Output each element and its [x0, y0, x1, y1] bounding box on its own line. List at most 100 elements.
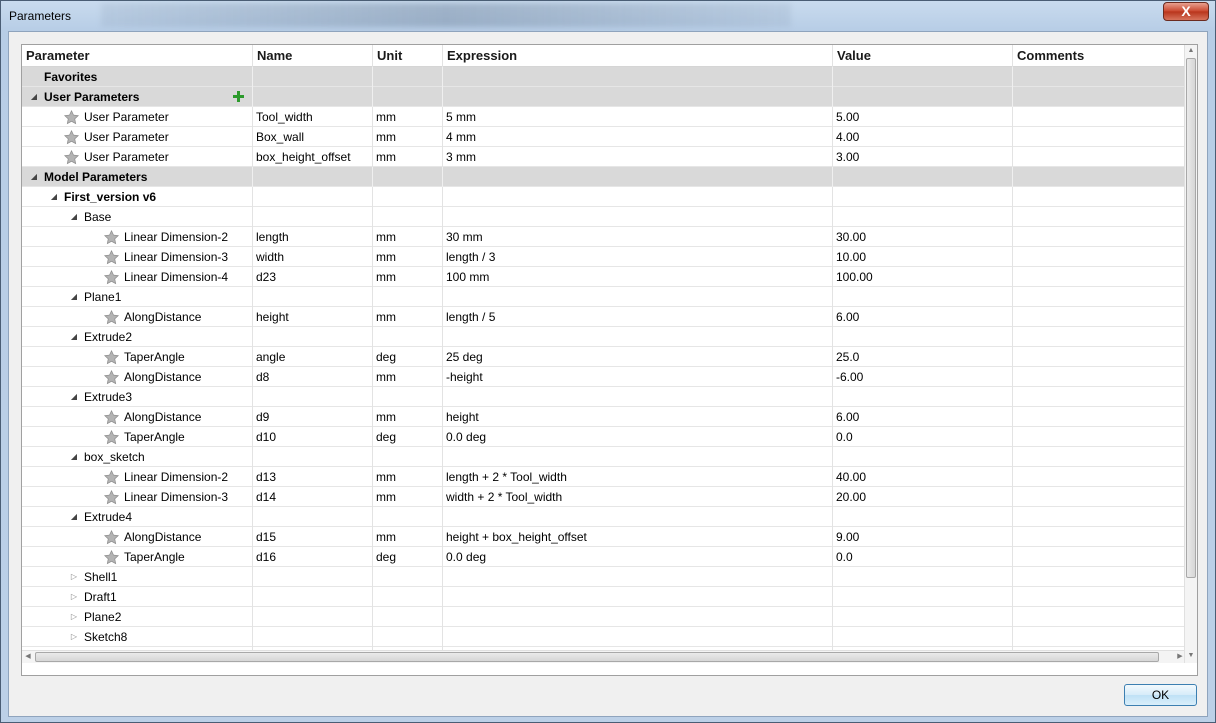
comments-cell[interactable] — [1013, 247, 1186, 267]
expression-cell[interactable]: width + 2 * Tool_width — [443, 487, 833, 507]
horizontal-scrollbar[interactable]: ◀ ▶ — [22, 650, 1186, 663]
comments-cell[interactable] — [1013, 347, 1186, 367]
unit-cell[interactable]: mm — [373, 247, 443, 267]
star-icon[interactable] — [102, 268, 120, 286]
horizontal-scroll-thumb[interactable] — [35, 652, 1159, 662]
value-cell[interactable]: 6.00 — [833, 407, 1013, 427]
name-cell[interactable]: d16 — [253, 547, 373, 567]
expand-toggle-icon[interactable]: ▷ — [68, 567, 80, 587]
tree-node-row[interactable]: ▷ Draft1 — [22, 587, 1186, 607]
star-icon[interactable] — [102, 528, 120, 546]
star-icon[interactable] — [102, 488, 120, 506]
parameter-row[interactable]: AlongDistance d9 mm height 6.00 — [22, 407, 1186, 427]
unit-cell[interactable]: mm — [373, 127, 443, 147]
value-cell[interactable]: -6.00 — [833, 367, 1013, 387]
tree-node-row[interactable]: ▷ Shell1 — [22, 567, 1186, 587]
comments-cell[interactable] — [1013, 127, 1186, 147]
vertical-scroll-thumb[interactable] — [1186, 58, 1196, 578]
parameter-row[interactable]: User Parameter Tool_width mm 5 mm 5.00 — [22, 107, 1186, 127]
star-icon[interactable] — [62, 148, 80, 166]
star-icon[interactable] — [102, 428, 120, 446]
star-icon[interactable] — [62, 108, 80, 126]
name-cell[interactable]: d10 — [253, 427, 373, 447]
add-parameter-icon[interactable] — [232, 89, 245, 102]
name-cell[interactable]: d8 — [253, 367, 373, 387]
unit-cell[interactable]: mm — [373, 367, 443, 387]
comments-cell[interactable] — [1013, 107, 1186, 127]
comments-cell[interactable] — [1013, 527, 1186, 547]
unit-cell[interactable]: mm — [373, 487, 443, 507]
name-cell[interactable]: d15 — [253, 527, 373, 547]
expression-cell[interactable]: length / 3 — [443, 247, 833, 267]
expression-cell[interactable]: 30 mm — [443, 227, 833, 247]
star-icon[interactable] — [102, 408, 120, 426]
unit-cell[interactable]: mm — [373, 147, 443, 167]
group-row[interactable]: ◢ User Parameters — [22, 87, 1186, 107]
name-cell[interactable]: d13 — [253, 467, 373, 487]
value-cell[interactable]: 9.00 — [833, 527, 1013, 547]
unit-cell[interactable]: mm — [373, 107, 443, 127]
ok-button[interactable]: OK — [1124, 684, 1197, 706]
comments-cell[interactable] — [1013, 267, 1186, 287]
star-icon[interactable] — [102, 228, 120, 246]
collapse-toggle-icon[interactable]: ◢ — [68, 507, 80, 527]
parameter-row[interactable]: AlongDistance d8 mm -height -6.00 — [22, 367, 1186, 387]
expression-cell[interactable]: 5 mm — [443, 107, 833, 127]
group-row[interactable]: ◢ Model Parameters — [22, 167, 1186, 187]
expression-cell[interactable]: length + 2 * Tool_width — [443, 467, 833, 487]
unit-cell[interactable]: mm — [373, 307, 443, 327]
tree-node-row[interactable]: ▷ Plane2 — [22, 607, 1186, 627]
vertical-scrollbar[interactable]: ▲ ▼ — [1184, 45, 1197, 663]
collapse-toggle-icon[interactable]: ◢ — [68, 387, 80, 407]
name-cell[interactable]: Box_wall — [253, 127, 373, 147]
expand-toggle-icon[interactable]: ▷ — [68, 587, 80, 607]
parameter-row[interactable]: AlongDistance height mm length / 5 6.00 — [22, 307, 1186, 327]
name-cell[interactable]: Tool_width — [253, 107, 373, 127]
unit-cell[interactable]: deg — [373, 347, 443, 367]
value-cell[interactable]: 6.00 — [833, 307, 1013, 327]
parameter-row[interactable]: TaperAngle d16 deg 0.0 deg 0.0 — [22, 547, 1186, 567]
parameter-row[interactable]: Linear Dimension-3 width mm length / 3 10.00 — [22, 247, 1186, 267]
value-cell[interactable]: 0.0 — [833, 427, 1013, 447]
column-header-expression[interactable]: Expression — [443, 45, 833, 67]
parameter-row[interactable]: Linear Dimension-3 d14 mm width + 2 * Tool_… — [22, 487, 1186, 507]
tree-node-row[interactable]: ◢ First_version v6 — [22, 187, 1186, 207]
collapse-toggle-icon[interactable]: ◢ — [68, 207, 80, 227]
unit-cell[interactable]: mm — [373, 227, 443, 247]
expression-cell[interactable]: -height — [443, 367, 833, 387]
parameter-row[interactable]: TaperAngle d10 deg 0.0 deg 0.0 — [22, 427, 1186, 447]
scroll-left-icon[interactable]: ◀ — [22, 651, 34, 663]
comments-cell[interactable] — [1013, 427, 1186, 447]
value-cell[interactable]: 100.00 — [833, 267, 1013, 287]
tree-node-row[interactable]: ◢ Plane1 — [22, 287, 1186, 307]
unit-cell[interactable]: deg — [373, 427, 443, 447]
expression-cell[interactable]: 3 mm — [443, 147, 833, 167]
expression-cell[interactable]: 4 mm — [443, 127, 833, 147]
column-header-comments[interactable]: Comments — [1013, 45, 1186, 67]
column-header-name[interactable]: Name — [253, 45, 373, 67]
unit-cell[interactable]: mm — [373, 407, 443, 427]
collapse-toggle-icon[interactable]: ◢ — [68, 287, 80, 307]
name-cell[interactable]: box_height_offset — [253, 147, 373, 167]
comments-cell[interactable] — [1013, 487, 1186, 507]
star-icon[interactable] — [102, 368, 120, 386]
comments-cell[interactable] — [1013, 367, 1186, 387]
value-cell[interactable]: 5.00 — [833, 107, 1013, 127]
tree-node-row[interactable]: ◢ Extrude3 — [22, 387, 1186, 407]
expression-cell[interactable]: 0.0 deg — [443, 547, 833, 567]
collapse-toggle-icon[interactable]: ◢ — [48, 187, 60, 207]
collapse-toggle-icon[interactable]: ◢ — [28, 87, 40, 107]
star-icon[interactable] — [102, 248, 120, 266]
value-cell[interactable]: 30.00 — [833, 227, 1013, 247]
expand-toggle-icon[interactable]: ▷ — [68, 607, 80, 627]
name-cell[interactable]: d23 — [253, 267, 373, 287]
comments-cell[interactable] — [1013, 407, 1186, 427]
tree-node-row[interactable]: ◢ box_sketch — [22, 447, 1186, 467]
parameter-row[interactable]: User Parameter Box_wall mm 4 mm 4.00 — [22, 127, 1186, 147]
value-cell[interactable]: 4.00 — [833, 127, 1013, 147]
expression-cell[interactable]: length / 5 — [443, 307, 833, 327]
title-bar[interactable]: Parameters X — [1, 1, 1215, 31]
value-cell[interactable]: 25.0 — [833, 347, 1013, 367]
tree-node-row[interactable]: ◢ Extrude2 — [22, 327, 1186, 347]
parameter-row[interactable]: Linear Dimension-4 d23 mm 100 mm 100.00 — [22, 267, 1186, 287]
